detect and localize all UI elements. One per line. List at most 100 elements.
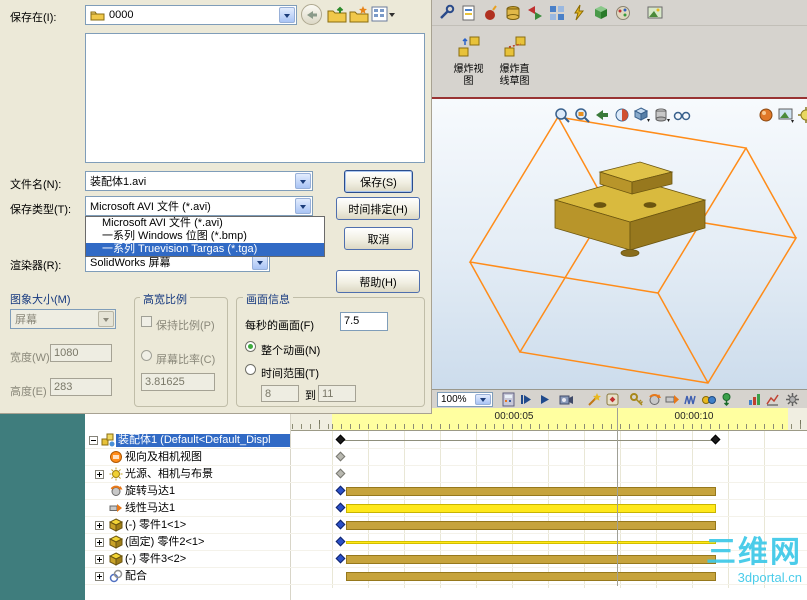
- keyframe-blue[interactable]: [335, 536, 346, 547]
- previous-view-icon[interactable]: [593, 106, 611, 124]
- motion-graph-icon[interactable]: [765, 392, 781, 407]
- keyframe-blue[interactable]: [335, 519, 346, 530]
- zoom-fit-icon[interactable]: [553, 106, 571, 124]
- expand-expander[interactable]: [95, 572, 104, 581]
- palette-icon[interactable]: [613, 3, 633, 23]
- results-chart-icon[interactable]: [747, 392, 763, 407]
- database-icon[interactable]: [503, 3, 523, 23]
- zoom-dropdown-arrow[interactable]: [475, 394, 491, 405]
- calculate-icon[interactable]: [501, 392, 517, 407]
- gold-part: [553, 161, 707, 257]
- edit-appearance-icon[interactable]: [757, 106, 775, 124]
- tree-row-linear-motor[interactable]: 线性马达1: [85, 500, 807, 517]
- animation-wizard-icon[interactable]: [587, 392, 603, 407]
- view-menu-button[interactable]: [371, 5, 397, 27]
- swap-arrows-icon[interactable]: [525, 3, 545, 23]
- bomb-icon[interactable]: [481, 3, 501, 23]
- tree-row-lights[interactable]: 光源、相机与布景: [85, 466, 807, 483]
- image-icon[interactable]: [645, 3, 665, 23]
- contact-icon[interactable]: [701, 392, 717, 407]
- file-name-dropdown-arrow[interactable]: [295, 173, 311, 189]
- dropdown-option-avi[interactable]: Microsoft AVI 文件 (*.avi): [86, 217, 324, 230]
- save-in-dropdown-arrow[interactable]: [279, 7, 295, 23]
- collapse-expander[interactable]: [89, 436, 98, 445]
- section-view-icon[interactable]: [613, 106, 631, 124]
- up-folder-button[interactable]: [327, 5, 347, 27]
- tree-row-camera-views[interactable]: 视向及相机视图: [85, 449, 807, 466]
- keyframe-blue[interactable]: [335, 502, 346, 513]
- timeline-bar-part2[interactable]: [346, 541, 716, 544]
- dropdown-option-bmp[interactable]: 一系列 Windows 位图 (*.bmp): [86, 230, 324, 243]
- pattern-grid-icon[interactable]: [547, 3, 567, 23]
- keyframe-blue[interactable]: [335, 553, 346, 564]
- save-in-combo[interactable]: 0000: [85, 5, 297, 25]
- save-animation-icon[interactable]: [559, 392, 575, 407]
- view-orientation-icon[interactable]: [633, 106, 651, 124]
- tree-label-mates[interactable]: 配合: [125, 570, 285, 583]
- linear-motor-icon[interactable]: [665, 392, 681, 407]
- tree-label-rotary-motor[interactable]: 旋转马达1: [125, 485, 285, 498]
- back-button[interactable]: [301, 4, 322, 25]
- file-list[interactable]: [85, 33, 425, 163]
- expand-expander[interactable]: [95, 538, 104, 547]
- lightning-icon[interactable]: [569, 3, 589, 23]
- tree-label-part3[interactable]: (-) 零件3<2>: [125, 553, 285, 566]
- tree-row-rotary-motor[interactable]: 旋转马达1: [85, 483, 807, 500]
- timeline-time-cursor[interactable]: [617, 408, 618, 586]
- exploded-view-button[interactable]: 爆炸视图: [447, 30, 490, 94]
- play-icon[interactable]: [537, 392, 553, 407]
- hide-show-icon[interactable]: [673, 106, 691, 124]
- file-name-combo[interactable]: 装配体1.avi: [85, 171, 313, 191]
- tree-row-assembly[interactable]: 装配体1 (Default<Default_Displ: [85, 432, 807, 449]
- add-key-icon[interactable]: [629, 392, 645, 407]
- expand-expander[interactable]: [95, 470, 104, 479]
- save-button[interactable]: 保存(S): [344, 170, 413, 193]
- fps-field[interactable]: 7.5: [340, 312, 388, 331]
- cube-icon[interactable]: [591, 3, 611, 23]
- gravity-icon[interactable]: [719, 392, 735, 407]
- tree-label-part2[interactable]: (固定) 零件2<1>: [125, 536, 285, 549]
- save-type-dropdown-arrow[interactable]: [295, 198, 311, 214]
- view-settings-icon[interactable]: [797, 106, 807, 124]
- entire-animation-radio[interactable]: [245, 341, 256, 352]
- time-range-radio[interactable]: [245, 364, 256, 375]
- document-icon[interactable]: [459, 3, 479, 23]
- timeline-bar-part3[interactable]: [346, 555, 716, 564]
- timeline-bar-linear-motor[interactable]: [346, 504, 716, 513]
- tree-label-camera-views[interactable]: 视向及相机视图: [125, 451, 285, 464]
- help-button[interactable]: 帮助(H): [336, 270, 420, 293]
- study-properties-icon[interactable]: [785, 392, 801, 407]
- keyframe-start[interactable]: [335, 434, 346, 445]
- tree-label-assembly[interactable]: 装配体1 (Default<Default_Displ: [116, 434, 290, 447]
- spring-icon[interactable]: [683, 392, 699, 407]
- expand-expander[interactable]: [95, 521, 104, 530]
- keyframe-gray[interactable]: [335, 468, 346, 479]
- wrench-icon[interactable]: [437, 3, 457, 23]
- tree-label-lights[interactable]: 光源、相机与布景: [125, 468, 285, 481]
- explode-line-sketch-button[interactable]: 爆炸直线草图: [493, 30, 536, 94]
- save-type-combo[interactable]: Microsoft AVI 文件 (*.avi): [85, 196, 313, 216]
- timeline-bar-part1[interactable]: [346, 521, 716, 530]
- new-folder-button[interactable]: [349, 5, 369, 27]
- expand-expander[interactable]: [95, 555, 104, 564]
- apply-scene-icon[interactable]: [777, 106, 795, 124]
- display-style-icon[interactable]: [653, 106, 671, 124]
- tree-label-part1[interactable]: (-) 零件1<1>: [125, 519, 285, 532]
- keyframe-end[interactable]: [710, 434, 721, 445]
- cancel-button[interactable]: 取消: [344, 227, 413, 250]
- keyframe-gray[interactable]: [335, 451, 346, 462]
- tree-label-linear-motor[interactable]: 线性马达1: [125, 502, 285, 515]
- zoom-area-icon[interactable]: [573, 106, 591, 124]
- keyframe-blue[interactable]: [335, 485, 346, 496]
- autokey-icon[interactable]: [605, 392, 621, 407]
- schedule-button[interactable]: 时间排定(H): [336, 197, 420, 220]
- timeline-bar-rotary-motor[interactable]: [346, 487, 716, 496]
- range-from-field: 8: [261, 385, 299, 402]
- motor-icon[interactable]: [647, 392, 663, 407]
- tree-row-part1[interactable]: (-) 零件1<1>: [85, 517, 807, 534]
- timeline-zoom-combo[interactable]: 100%: [437, 392, 493, 407]
- timeline-bar-mates[interactable]: [346, 572, 716, 581]
- dropdown-option-tga-selected[interactable]: 一系列 Truevision Targas (*.tga): [86, 243, 324, 256]
- play-from-start-icon[interactable]: [519, 392, 535, 407]
- mates-icon: [109, 569, 123, 583]
